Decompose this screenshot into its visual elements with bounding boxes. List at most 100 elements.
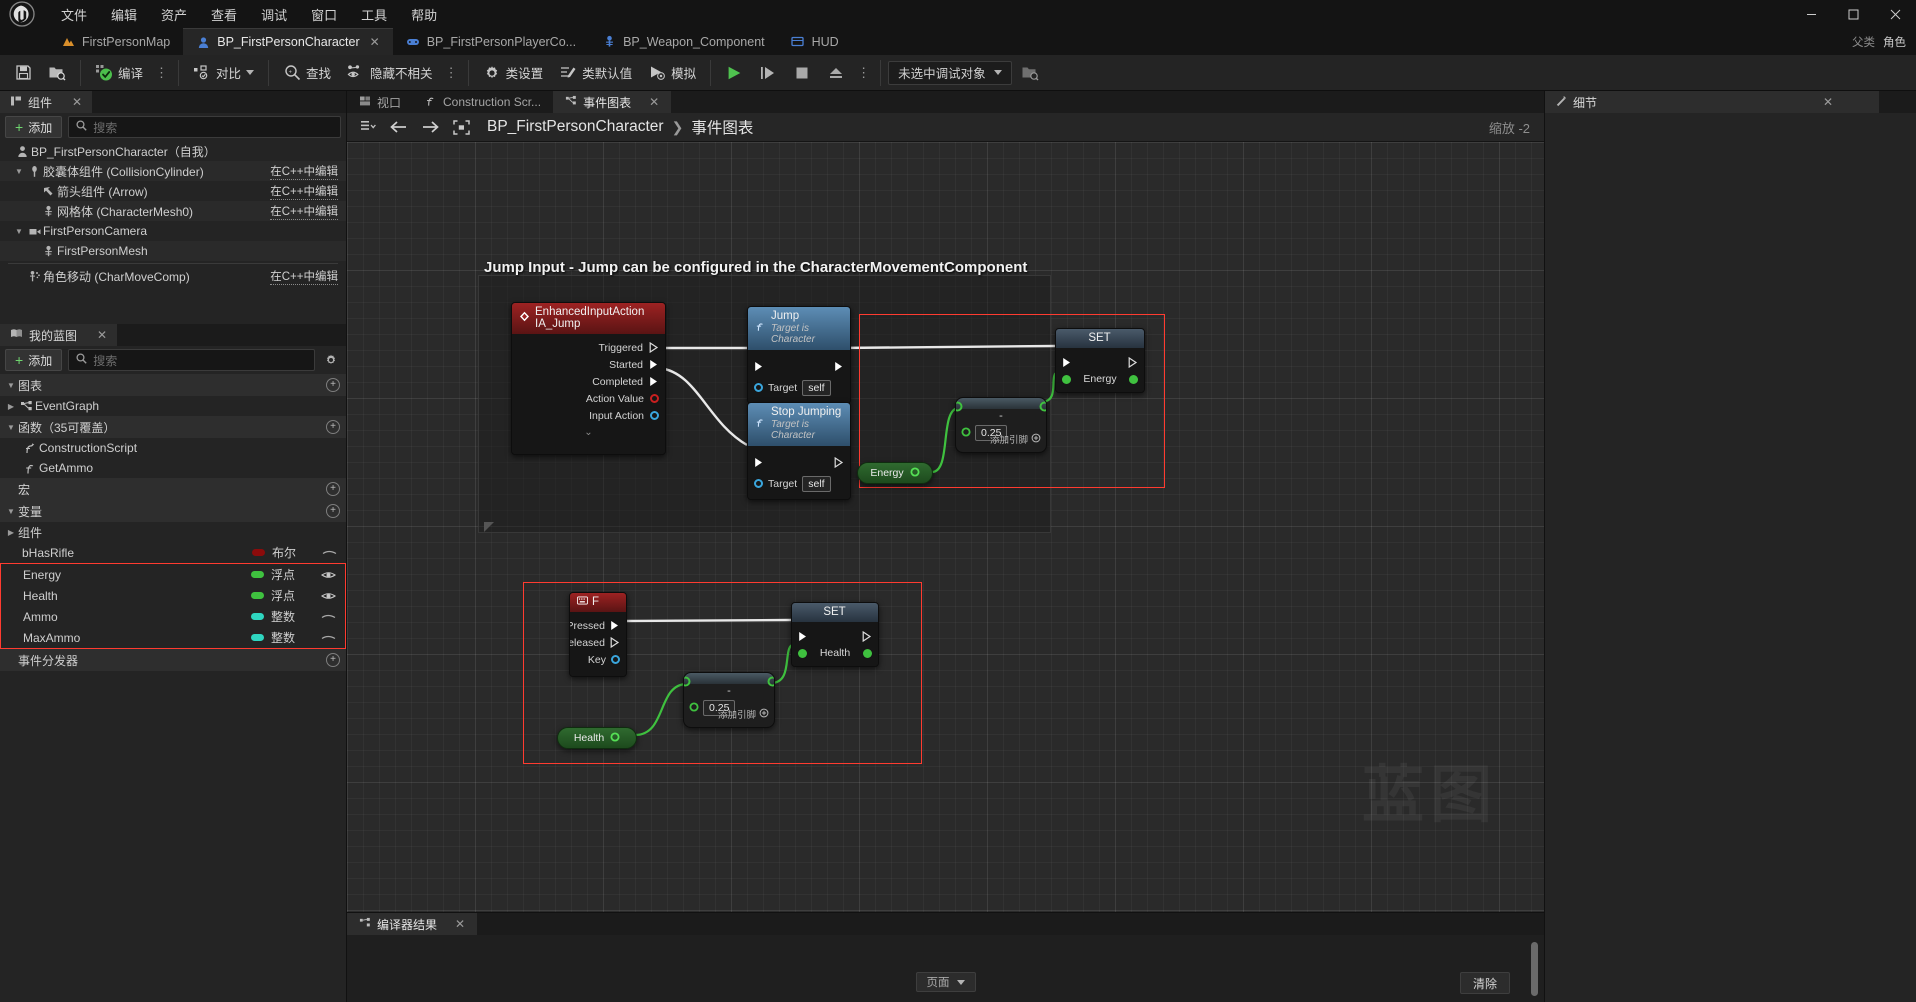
pin-b-icon[interactable]	[961, 424, 971, 442]
component-row-charmovecomp[interactable]: 角色移动 (CharMoveComp) 在C++中编辑	[0, 266, 346, 286]
pin-out-icon[interactable]	[1039, 399, 1046, 417]
expander[interactable]: ▶	[4, 402, 18, 411]
close-icon[interactable]: ✕	[370, 35, 380, 49]
add-pin-icon[interactable]	[759, 708, 769, 721]
menu-item-edit[interactable]: 编辑	[100, 1, 148, 28]
pin-triggered[interactable]: Triggered	[518, 339, 659, 356]
expander[interactable]: ▼	[4, 381, 18, 390]
node-subtract-health[interactable]: - 0.25 添加引脚	[683, 672, 775, 728]
node-get-health[interactable]: Health	[557, 727, 637, 749]
back-button[interactable]	[388, 117, 410, 137]
class-settings-button[interactable]: 类设置	[476, 59, 551, 86]
add-component-button[interactable]: + 添加	[5, 116, 63, 138]
menu-item-file[interactable]: 文件	[50, 1, 98, 28]
comment-resize-handle[interactable]	[484, 522, 494, 532]
float-out-pin-icon[interactable]	[1129, 374, 1138, 384]
pin-completed[interactable]: Completed	[518, 373, 659, 390]
variable-row-maxammo[interactable]: MaxAmmo 整数	[1, 627, 345, 648]
edit-in-cpp-link[interactable]: 在C++中编辑	[270, 268, 338, 285]
hidden-eye-icon[interactable]	[319, 633, 337, 642]
node-get-energy[interactable]: Energy	[857, 462, 933, 484]
pin-target[interactable]: Target self	[754, 379, 844, 396]
pin-key[interactable]: Key	[576, 651, 620, 668]
menu-item-tools[interactable]: 工具	[350, 1, 398, 28]
tab-event-graph[interactable]: 事件图表 ✕	[553, 91, 672, 113]
edit-in-cpp-link[interactable]: 在C++中编辑	[270, 203, 338, 220]
edit-in-cpp-link[interactable]: 在C++中编辑	[270, 183, 338, 200]
float-out-pin-icon[interactable]	[910, 464, 920, 482]
float-out-pin-icon[interactable]	[610, 729, 620, 747]
pin-pressed[interactable]: Pressed	[570, 617, 620, 634]
expander[interactable]: ▼	[12, 227, 26, 236]
add-macro-icon[interactable]: +	[326, 482, 340, 496]
tab-components[interactable]: 组件 ✕	[0, 91, 93, 113]
stop-button[interactable]	[786, 60, 818, 86]
add-variable-icon[interactable]: +	[326, 504, 340, 518]
tab-bp-firstpersoncharacter[interactable]: BP_FirstPersonCharacter ✕	[183, 28, 393, 55]
pin-released[interactable]: Released	[570, 634, 620, 651]
tab-construction-script[interactable]: Construction Scr...	[413, 91, 553, 113]
hide-unrelated-button[interactable]: 隐藏不相关	[340, 59, 440, 86]
component-row-charactermesh0[interactable]: 网格体 (CharacterMesh0) 在C++中编辑	[0, 201, 346, 221]
add-graph-icon[interactable]: +	[326, 378, 340, 392]
graph-list-icon[interactable]	[357, 117, 379, 137]
maximize-button[interactable]	[1832, 0, 1874, 28]
variable-row-energy[interactable]: Energy 浮点	[1, 564, 345, 585]
section-functions[interactable]: ▼ 函数（35可覆盖） +	[0, 416, 346, 438]
class-defaults-button[interactable]: 类默认值	[552, 59, 639, 86]
target-value[interactable]: self	[802, 379, 831, 396]
add-function-icon[interactable]: +	[326, 420, 340, 434]
close-icon[interactable]: ✕	[72, 95, 82, 109]
hidden-eye-icon[interactable]	[320, 548, 338, 557]
exec-out-pin-icon[interactable]	[1128, 355, 1138, 369]
add-pin-icon[interactable]	[1031, 433, 1041, 446]
menu-item-help[interactable]: 帮助	[400, 1, 448, 28]
parent-class-value[interactable]: 角色	[1883, 34, 1906, 50]
float-pin-icon[interactable]	[798, 648, 807, 658]
node-set-energy[interactable]: SET Energy	[1055, 328, 1145, 393]
blueprint-row-constructionscript[interactable]: ConstructionScript	[0, 438, 346, 458]
pin-a-icon[interactable]	[684, 674, 691, 692]
close-icon[interactable]: ✕	[1823, 95, 1833, 109]
close-icon[interactable]: ✕	[649, 95, 659, 109]
variable-row-health[interactable]: Health 浮点	[1, 585, 345, 606]
variables-group-components[interactable]: ▶ 组件	[0, 522, 346, 542]
exec-in-pin-icon[interactable]	[1062, 355, 1072, 367]
add-pin-label[interactable]: 添加引脚	[718, 707, 756, 721]
expander[interactable]: ▶	[4, 528, 18, 537]
target-value[interactable]: self	[802, 475, 831, 492]
component-row-firstpersonmesh[interactable]: FirstPersonMesh	[0, 241, 346, 261]
chevron-down-icon[interactable]	[246, 70, 255, 75]
blueprint-graph-canvas[interactable]: 蓝图 Jump Input - Jump can be configured i…	[347, 142, 1544, 912]
edit-in-cpp-link[interactable]: 在C++中编辑	[270, 163, 338, 180]
compile-button[interactable]: 编译	[88, 59, 150, 86]
variable-row-bhasrifle[interactable]: bHasRifle 布尔	[0, 542, 346, 563]
node-subtract-energy[interactable]: - 0.25 添加引脚	[955, 397, 1047, 453]
component-row-collisioncylinder[interactable]: ▼ 胶囊体组件 (CollisionCylinder) 在C++中编辑	[0, 161, 346, 181]
minimize-button[interactable]	[1790, 0, 1832, 28]
pin-action-value[interactable]: Action Value	[518, 390, 659, 407]
forward-button[interactable]	[419, 117, 441, 137]
section-graphs[interactable]: ▼ 图表 +	[0, 374, 346, 396]
blueprint-row-getammo[interactable]: GetAmmo	[0, 458, 346, 478]
vertical-scrollbar[interactable]	[1531, 942, 1538, 996]
exec-in-pin-icon[interactable]	[754, 359, 764, 371]
expander[interactable]: ▼	[4, 507, 18, 516]
hidden-eye-icon[interactable]	[319, 612, 337, 621]
pin-a-icon[interactable]	[956, 399, 963, 417]
expander[interactable]: ▼	[12, 167, 26, 176]
float-pin-icon[interactable]	[1062, 374, 1071, 384]
pin-out-icon[interactable]	[767, 674, 774, 692]
find-options-icon[interactable]: ⋮	[442, 66, 461, 79]
eject-button[interactable]	[820, 60, 852, 86]
menu-item-view[interactable]: 查看	[200, 1, 248, 28]
component-row-root[interactable]: BP_FirstPersonCharacter（自我）	[0, 141, 346, 161]
node-expander-icon[interactable]: ⌄	[518, 427, 659, 438]
node-stop-jumping[interactable]: Stop Jumping Target is Character Target …	[747, 402, 851, 500]
tab-bp-weapon-component[interactable]: BP_Weapon_Component	[589, 28, 778, 55]
breadcrumb-root[interactable]: BP_FirstPersonCharacter	[487, 118, 664, 136]
blueprint-row-eventgraph[interactable]: ▶ EventGraph	[0, 396, 346, 416]
add-pin-label[interactable]: 添加引脚	[990, 432, 1028, 446]
debug-browse-button[interactable]	[1014, 60, 1046, 86]
component-row-arrow[interactable]: 箭头组件 (Arrow) 在C++中编辑	[0, 181, 346, 201]
